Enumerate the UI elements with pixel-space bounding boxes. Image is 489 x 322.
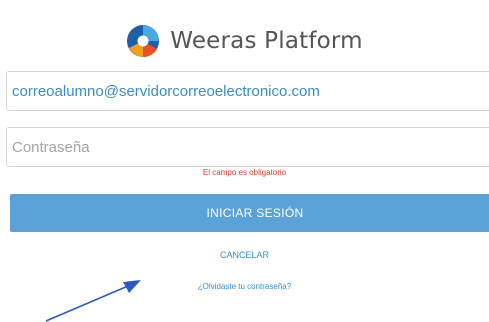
login-page: Weeras Platform El campo es obligatorio …: [0, 0, 489, 322]
login-button[interactable]: INICIAR SESIÓN: [10, 194, 489, 232]
cancel-link[interactable]: CANCELAR: [0, 250, 489, 260]
brand-header: Weeras Platform: [0, 19, 489, 63]
forgot-password-link[interactable]: ¿Olvidaste tu contraseña?: [0, 282, 489, 291]
password-error-message: El campo es obligatorio: [202, 168, 287, 177]
email-field[interactable]: [6, 71, 489, 111]
brand-title: Weeras Platform: [170, 28, 363, 54]
password-field[interactable]: [6, 127, 489, 167]
weeras-logo-icon: [127, 25, 160, 58]
